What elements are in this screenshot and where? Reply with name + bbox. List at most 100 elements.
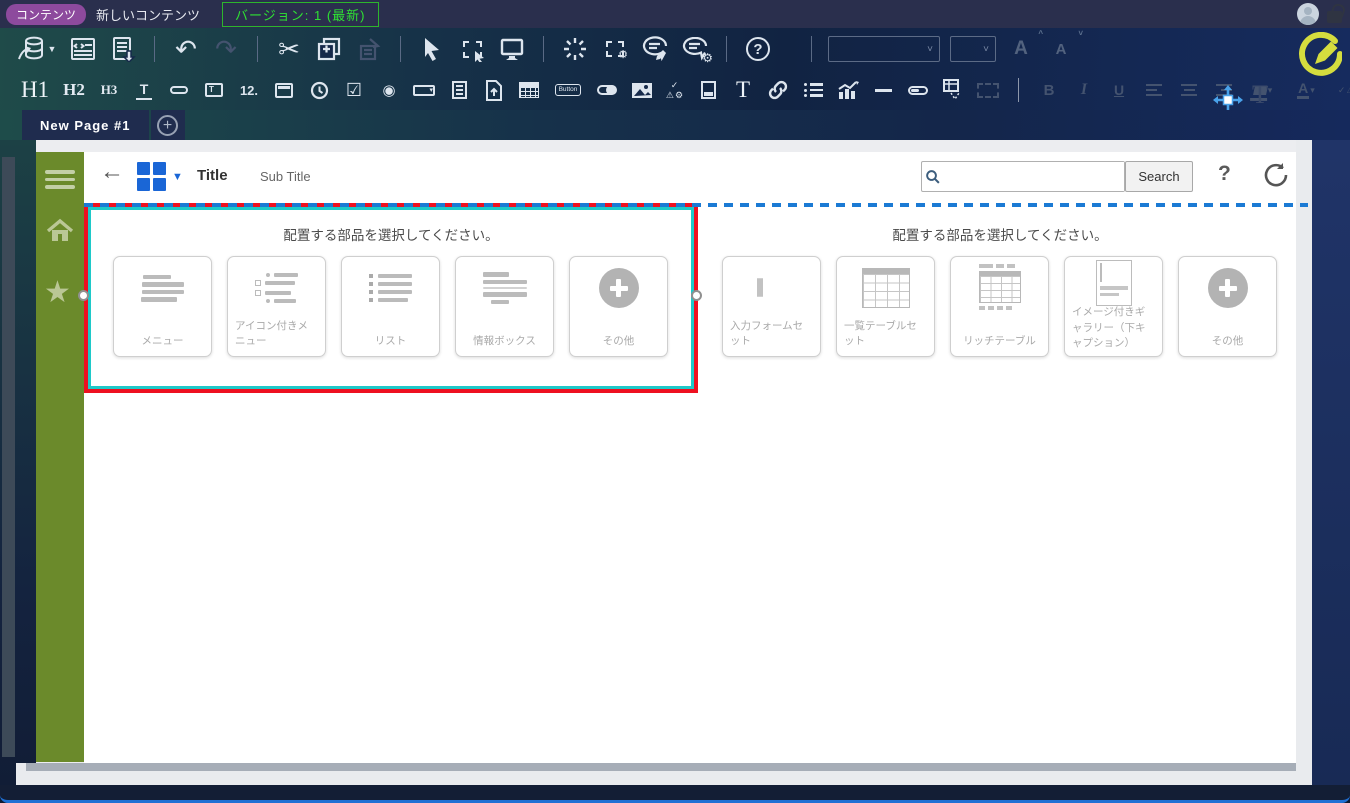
image-icon[interactable] [629, 75, 655, 105]
pointer-icon[interactable] [417, 33, 447, 65]
add-page-button[interactable]: + [150, 110, 185, 140]
bullet-list-icon [342, 257, 439, 319]
horizontal-scrollbar-thumb[interactable] [26, 763, 1296, 771]
font-decrease-icon: A ˅ [1055, 29, 1083, 58]
preview-monitor-icon[interactable] [497, 33, 527, 65]
unlock-icon[interactable] [1327, 11, 1342, 23]
text-widget-icon[interactable]: T [730, 75, 756, 105]
rich-table-icon [951, 257, 1048, 319]
status-icons-icon[interactable]: ✓ ⚠⚙ [664, 75, 686, 105]
region-settings-icon[interactable]: ⚙ [600, 33, 630, 65]
radio-button-icon[interactable]: ◉ [376, 75, 402, 105]
italic-button: I [1080, 81, 1088, 98]
toggle-icon[interactable] [594, 75, 620, 105]
bullet-list-icon[interactable] [800, 75, 826, 105]
plus-icon: + [157, 114, 178, 136]
image-card-icon[interactable] [695, 75, 721, 105]
table-action-icon[interactable] [940, 75, 966, 105]
save-dropdown-caret[interactable]: ▼ [48, 44, 57, 54]
tile-form-set[interactable]: 入力フォームセット [722, 256, 821, 357]
content-type-badge: コンテンツ [6, 3, 87, 25]
tile-rich-table[interactable]: リッチテーブル [950, 256, 1049, 357]
comment-edit-icon[interactable] [640, 33, 670, 65]
layout-dropdown-caret[interactable]: ▼ [172, 171, 183, 183]
vertical-scrollbar-thumb[interactable] [1, 157, 15, 757]
list-box-icon[interactable] [446, 75, 472, 105]
align-left-icon [1141, 75, 1167, 105]
favorite-star-icon[interactable]: ★ [44, 278, 71, 308]
site-nav-sidebar: ★ [36, 152, 84, 762]
heading1-button[interactable]: H1 [18, 75, 52, 105]
plus-circle-icon [1179, 257, 1276, 319]
save-stack-icon[interactable]: ▼ [14, 33, 58, 65]
pill-icon[interactable] [905, 75, 931, 105]
date-field-icon[interactable] [271, 75, 297, 105]
left-panel-tiles: メニュー アイコン付きメニュー リスト 情報ボックス その他 [113, 256, 668, 357]
page-tab[interactable]: New Page #1 [22, 110, 149, 140]
back-arrow-icon[interactable]: ← [100, 160, 124, 184]
code-view-icon[interactable] [68, 33, 98, 65]
search-button[interactable]: Search [1125, 161, 1193, 192]
workspace: ★ ← ▼ Title Sub Title Search ? 配置する部品を選択… [0, 140, 1350, 785]
hyperlink-icon[interactable] [765, 75, 791, 105]
chart-icon[interactable] [835, 75, 861, 105]
edit-mode-pencil-icon[interactable] [1296, 31, 1343, 83]
horizontal-rule-icon[interactable] [870, 75, 896, 105]
bottombar [0, 785, 1350, 803]
menu-lines-icon [114, 257, 211, 319]
heading3-button[interactable]: H3 [96, 75, 122, 105]
layout-grid-icon[interactable] [137, 162, 166, 191]
user-avatar-icon[interactable] [1297, 3, 1319, 25]
canvas-help-icon[interactable]: ? [1218, 162, 1231, 186]
undo-icon[interactable]: ↶ [171, 33, 201, 65]
file-upload-icon[interactable] [481, 75, 507, 105]
tile-icon-menu[interactable]: アイコン付きメニュー [227, 256, 326, 357]
hamburger-menu-icon[interactable] [45, 166, 75, 193]
app-window: コンテンツ 新しいコンテンツ バージョン: 1 (最新) ▼ ↶ ↷ ✂ ⚙ ⚙… [0, 0, 1350, 803]
cut-icon[interactable]: ✂ [274, 33, 304, 65]
link-field-icon[interactable] [166, 75, 192, 105]
tile-other-left[interactable]: その他 [569, 256, 668, 357]
table-icon[interactable] [516, 75, 542, 105]
home-icon[interactable] [46, 218, 74, 249]
time-field-icon[interactable] [306, 75, 332, 105]
tile-list[interactable]: リスト [341, 256, 440, 357]
textarea-icon[interactable]: T [201, 75, 227, 105]
comment-settings-icon[interactable]: ⚙ [680, 33, 713, 65]
underline-button: U [1113, 82, 1125, 98]
placeholder-box-icon [975, 75, 1001, 105]
checkbox-icon[interactable]: ☑ [341, 75, 367, 105]
tile-menu[interactable]: メニュー [113, 256, 212, 357]
tile-info-box[interactable]: 情報ボックス [455, 256, 554, 357]
left-panel-header: 配置する部品を選択してください。 [283, 228, 499, 243]
search-input[interactable] [944, 162, 1124, 191]
search-box[interactable] [921, 161, 1125, 192]
resize-handle-right[interactable] [691, 290, 702, 301]
export-document-icon[interactable] [108, 33, 138, 65]
toolbar: ▼ ↶ ↷ ✂ ⚙ ⚙ ? ˅ ˅ A ^ A ˅ H1 H2 H3 T T 1… [0, 28, 1350, 115]
tile-other-right[interactable]: その他 [1178, 256, 1277, 357]
button-widget-icon[interactable]: Button [551, 75, 585, 105]
info-box-icon [456, 257, 553, 319]
drop-guide-line [84, 203, 1308, 207]
copy-icon[interactable] [314, 33, 344, 65]
region-select-icon[interactable] [457, 33, 487, 65]
burst-icon[interactable] [560, 33, 590, 65]
tile-image-gallery[interactable]: イメージ付きギャラリー（下キャプション） [1064, 256, 1163, 357]
heading2-button[interactable]: H2 [61, 75, 87, 105]
horizontal-scrollbar[interactable] [16, 763, 1312, 785]
image-gallery-icon [1065, 257, 1162, 309]
number-field-icon[interactable]: 12. [236, 75, 262, 105]
refresh-icon[interactable] [1262, 162, 1288, 193]
toolbar-right-cluster: T [1200, 28, 1350, 115]
dropdown-icon[interactable]: ▾ [411, 75, 437, 105]
gear-glyph: ⚙ [702, 51, 713, 65]
text-field-icon[interactable]: T [131, 75, 157, 105]
tile-table-set[interactable]: 一覧テーブルセット [836, 256, 935, 357]
canvas-top-strip [36, 140, 1312, 152]
font-family-select[interactable]: ˅ [828, 36, 940, 62]
table-set-icon [837, 257, 934, 319]
resize-handle-left[interactable] [78, 290, 89, 301]
font-size-select[interactable]: ˅ [950, 36, 996, 62]
help-icon[interactable]: ? [743, 33, 773, 65]
